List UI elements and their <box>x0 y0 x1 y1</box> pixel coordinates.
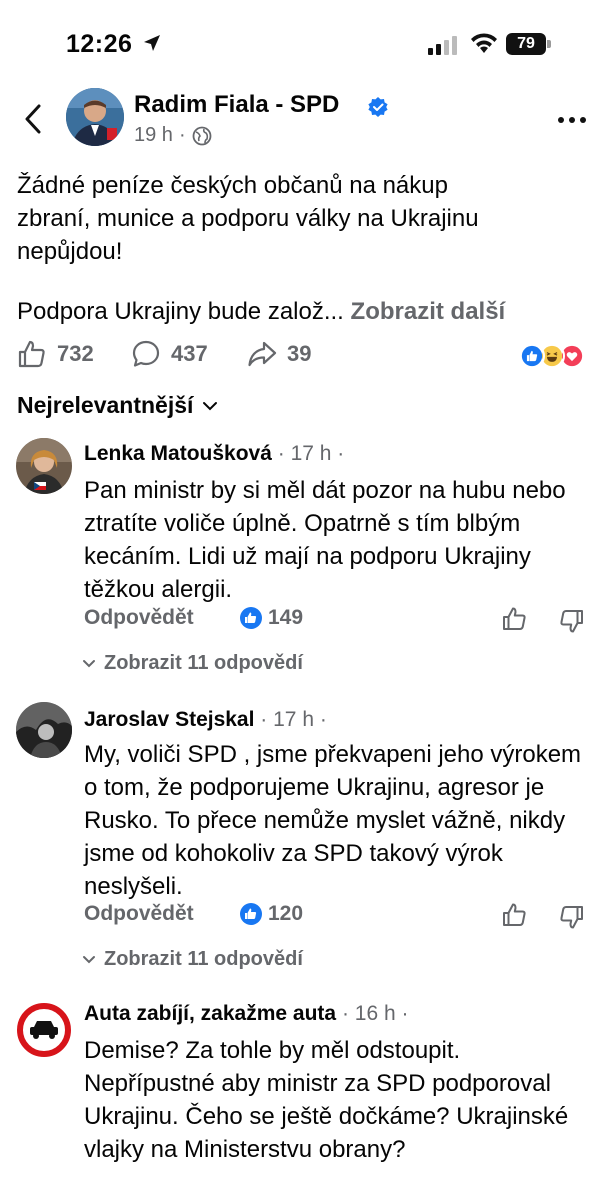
signal-icon <box>428 36 457 55</box>
comment-header: Lenka Matoušková · 17 h · <box>84 442 344 466</box>
sort-label: Nejrelevantnější <box>17 392 194 418</box>
post-text-line: zbraní, munice a podporu války na Ukraji… <box>17 205 479 232</box>
comment-likes: 120 <box>268 902 304 925</box>
commenter-avatar[interactable] <box>16 1002 72 1058</box>
like-badge-icon <box>240 607 262 629</box>
comment-author[interactable]: Auta zabíjí, zakažme auta <box>84 1002 336 1025</box>
commenter-avatar[interactable] <box>16 438 72 494</box>
comment-actions: Odpovědět 149 <box>84 606 594 636</box>
reactions-bar: 732 437 39 <box>17 339 597 373</box>
post-meta: 19 h · <box>134 124 212 147</box>
comment-like-count: 120 <box>240 902 303 926</box>
reaction-emojis[interactable] <box>519 343 589 369</box>
page-avatar[interactable] <box>66 88 124 146</box>
comment-actions: Odpovědět 120 <box>84 902 594 932</box>
shares-count: 39 <box>287 341 312 366</box>
globe-icon <box>192 126 212 145</box>
sort-dropdown[interactable]: Nejrelevantnější <box>17 392 219 419</box>
comment-likes: 149 <box>268 606 304 629</box>
chevron-down-icon <box>203 401 218 410</box>
thumbs-up-icon <box>18 340 45 368</box>
battery-icon: 79 <box>506 33 552 55</box>
see-more-link[interactable]: Zobrazit další <box>351 298 506 325</box>
post-time: 19 h <box>134 124 173 146</box>
view-replies-button[interactable]: Zobrazit 11 odpovědí <box>82 652 303 675</box>
comments-count: 437 <box>171 341 208 366</box>
like-badge-icon <box>240 903 262 925</box>
wifi-icon <box>471 33 497 53</box>
comment-like-count: 149 <box>240 606 303 630</box>
verified-icon <box>368 97 388 117</box>
battery-level: 79 <box>506 33 546 55</box>
back-icon[interactable] <box>22 103 44 135</box>
location-arrow-icon <box>144 35 160 51</box>
thumbs-up-icon[interactable] <box>502 902 528 928</box>
likes-count: 732 <box>57 341 94 366</box>
thumbs-down-icon[interactable] <box>558 608 584 634</box>
post-text: Žádné peníze českých občanů na nákup zbr… <box>17 169 597 268</box>
post-text-para2: Podpora Ukrajiny bude založ... <box>17 298 344 325</box>
comment-action[interactable]: 437 <box>131 339 208 369</box>
view-replies-button[interactable]: Zobrazit 11 odpovědí <box>82 948 303 971</box>
post-text-line: Žádné peníze českých občanů na nákup <box>17 172 448 199</box>
status-bar: 12:26 79 <box>0 0 606 90</box>
comment-header: Jaroslav Stejskal · 17 h · <box>84 708 327 732</box>
commenter-avatar[interactable] <box>16 702 72 758</box>
comment-text: My, voliči SPD , jsme překvapeni jeho vý… <box>84 741 582 900</box>
chevron-down-icon <box>83 659 95 667</box>
post-text-line: nepůjdou! <box>17 238 123 265</box>
page-name[interactable]: Radim Fiala - SPD <box>134 91 339 119</box>
reply-button[interactable]: Odpovědět <box>84 606 194 630</box>
share-icon <box>248 341 277 367</box>
view-replies-label: Zobrazit 11 odpovědí <box>104 652 303 674</box>
reply-button[interactable]: Odpovědět <box>84 902 194 926</box>
thumbs-up-icon[interactable] <box>502 606 528 632</box>
comment-author[interactable]: Lenka Matoušková <box>84 442 272 465</box>
comment-icon <box>132 340 160 367</box>
status-time: 12:26 <box>66 30 133 58</box>
comment-time: · 17 h · <box>277 442 345 465</box>
chevron-down-icon <box>83 955 95 963</box>
comment-text: Pan ministr by si měl dát pozor na hubu … <box>84 477 566 603</box>
meta-separator: · <box>178 124 186 146</box>
comment-time: · 17 h · <box>260 708 327 731</box>
comment-text: Demise? Za tohle by měl odstoupit. Nepří… <box>84 1037 569 1163</box>
comment-header: Auta zabíjí, zakažme auta · 16 h · <box>84 1002 408 1026</box>
comment-author[interactable]: Jaroslav Stejskal <box>84 708 254 731</box>
thumbs-down-icon[interactable] <box>558 904 584 930</box>
more-icon[interactable] <box>556 108 588 132</box>
comment-time: · 16 h · <box>341 1002 409 1025</box>
share-action[interactable]: 39 <box>247 339 311 369</box>
like-action[interactable]: 732 <box>17 339 94 369</box>
like-emoji-icon <box>519 343 545 369</box>
view-replies-label: Zobrazit 11 odpovědí <box>104 948 303 970</box>
post-text-truncated: Podpora Ukrajiny bude založ... Zobrazit … <box>17 295 505 328</box>
